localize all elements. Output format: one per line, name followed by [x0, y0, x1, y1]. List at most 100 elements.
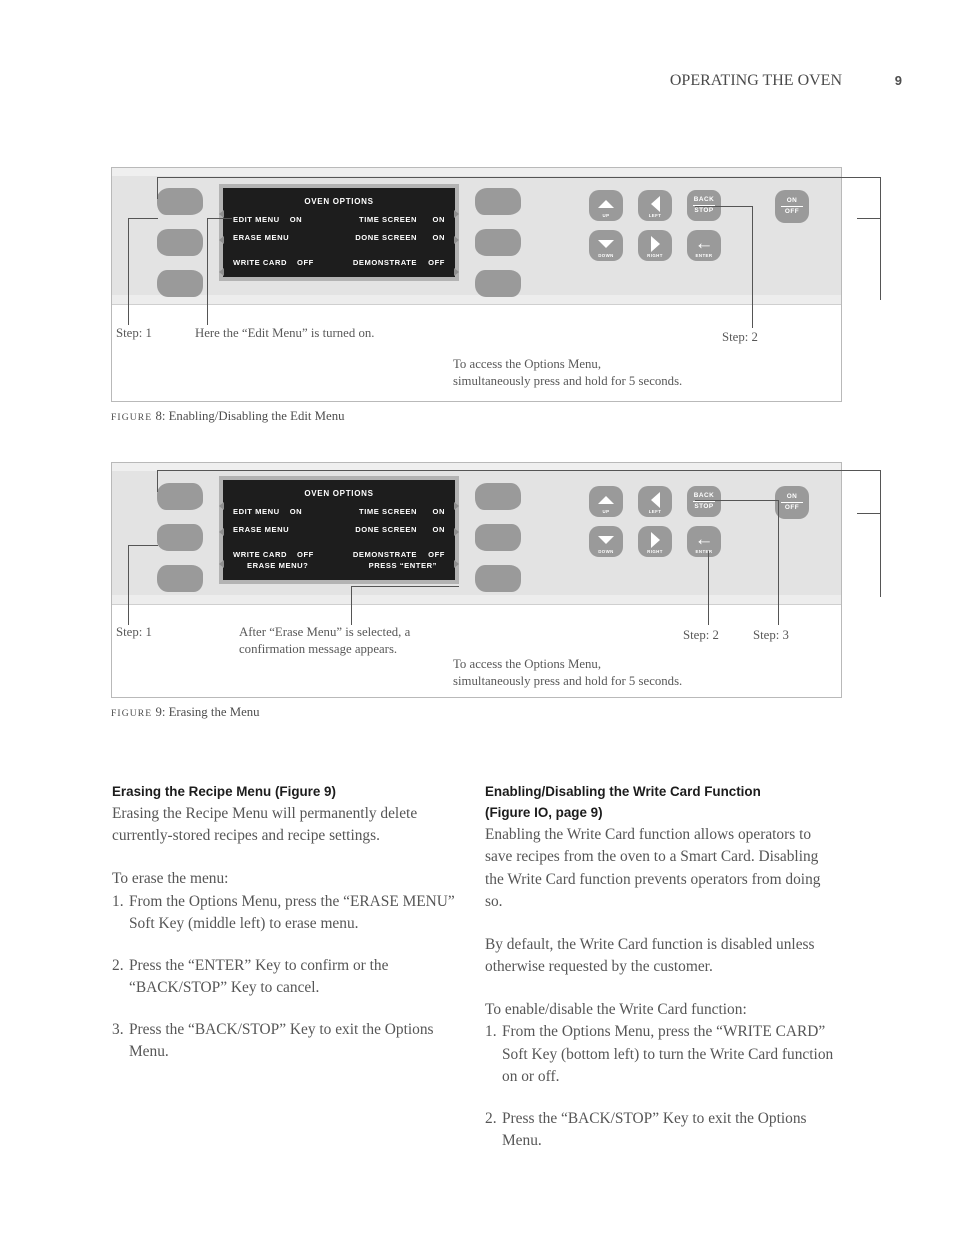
lcd-notch-left-2-b	[219, 528, 224, 536]
left-step-3-number: 3.	[112, 1021, 124, 1039]
lcd-label-write-card-2: WRITE CARD	[233, 550, 288, 559]
lcd-notch-left-1-b	[219, 502, 224, 510]
lcd-value-demonstrate: OFF	[428, 258, 445, 267]
stop-key-label-2: STOP	[694, 503, 714, 510]
down-key-2[interactable]: DOWN	[589, 526, 623, 557]
up-arrow-icon	[598, 200, 614, 208]
leader-line-step3-v-2	[778, 500, 779, 625]
on-off-divider-2	[781, 502, 803, 503]
figure-8-step1-label: Step: 1	[116, 326, 152, 340]
lcd-label-edit-menu: EDIT MENU	[233, 215, 280, 224]
figure-8-frame: OVEN OPTIONS EDIT MENU ON TIME SCREEN ON	[111, 167, 881, 402]
leader-line-right-softkey-h-2	[857, 513, 881, 514]
left-arrow-icon-2	[650, 492, 660, 508]
right-step-1-text: From the Options Menu, press the “WRITE …	[502, 1023, 834, 1085]
on-off-key[interactable]: ON OFF	[775, 190, 809, 223]
lcd-screen-2: OVEN OPTIONS EDIT MENU ON TIME SCREEN ON	[219, 480, 459, 580]
soft-key-top-left[interactable]	[157, 188, 203, 215]
figure-8-step1-note: Here the “Edit Menu” is turned on.	[195, 326, 375, 340]
left-section-heading: Erasing the Recipe Menu (Figure 9)	[112, 784, 336, 799]
lcd-label-done-screen-2: DONE SCREEN	[355, 525, 417, 534]
on-off-key-2[interactable]: ON OFF	[775, 486, 809, 519]
lcd-label-demonstrate: DEMONSTRATE	[352, 258, 417, 267]
lcd-value-time-screen: ON	[432, 215, 445, 224]
right-arrow-icon-2	[650, 532, 660, 548]
right-key-2[interactable]: RIGHT	[638, 526, 672, 557]
soft-key-bottom-left[interactable]	[157, 270, 203, 297]
left-step-2: 2. Press the “ENTER” Key to confirm or t…	[112, 955, 457, 999]
lcd-confirm-action: PRESS “ENTER”	[368, 561, 437, 570]
body-column-left: Erasing the Recipe Menu (Figure 9) Erasi…	[112, 782, 457, 1084]
figure-9: OVEN OPTIONS EDIT MENU ON TIME SCREEN ON	[111, 462, 881, 720]
figure-8-access-note: To access the Options Menu, simultaneous…	[453, 357, 683, 388]
running-head-title: OPERATING THE OVEN	[669, 72, 842, 89]
right-step-2: 2. Press the “BACK/STOP” Key to exit the…	[485, 1108, 840, 1152]
down-arrow-icon-2	[598, 536, 614, 544]
figure-9-access-note: To access the Options Menu, simultaneous…	[453, 657, 683, 688]
leader-line-editmenu-v	[207, 218, 208, 325]
soft-key-top-right[interactable]	[475, 188, 521, 215]
lcd-title-2: OVEN OPTIONS	[304, 489, 374, 498]
figure-8-caption-area: Step: 1 Here the “Edit Menu” is turned o…	[112, 305, 841, 401]
back-stop-divider-2	[693, 501, 715, 502]
enter-key[interactable]: ← ENTER	[687, 230, 721, 261]
lcd-row-write-card-2: WRITE CARD OFF DEMONSTRATE OFF	[233, 550, 445, 559]
enter-arrow-icon-2: ←	[694, 528, 714, 550]
lcd-row-edit-menu-2: EDIT MENU ON TIME SCREEN ON	[233, 507, 445, 516]
leader-line-step3-h-2	[695, 500, 779, 501]
left-intro-paragraph: Erasing the Recipe Menu will permanently…	[112, 805, 418, 845]
soft-key-middle-right-2[interactable]	[475, 524, 521, 551]
leader-line-left-softkey-v-2	[157, 470, 158, 492]
on-off-group: ON OFF	[775, 190, 809, 223]
soft-key-bottom-right[interactable]	[475, 270, 521, 297]
soft-key-top-right-2[interactable]	[475, 483, 521, 510]
lcd-value-edit-menu: ON	[289, 215, 303, 224]
page-number: 9	[894, 73, 902, 88]
right-key-label-2: RIGHT	[647, 549, 663, 554]
lcd-row-edit-menu: EDIT MENU ON TIME SCREEN ON	[233, 215, 445, 224]
leader-line-step1-v-2	[128, 545, 129, 625]
down-key[interactable]: DOWN	[589, 230, 623, 261]
lcd-title: OVEN OPTIONS	[304, 197, 374, 206]
figure-9-label-word: FIGURE	[111, 708, 153, 719]
soft-key-bottom-right-2[interactable]	[475, 565, 521, 592]
right-step-1: 1. From the Options Menu, press the “WRI…	[485, 1021, 840, 1088]
figure-9-frame: OVEN OPTIONS EDIT MENU ON TIME SCREEN ON	[111, 462, 881, 698]
lcd-label-time-screen: TIME SCREEN	[359, 215, 417, 224]
soft-key-middle-left-2[interactable]	[157, 524, 203, 551]
right-key-label: RIGHT	[647, 253, 663, 258]
leader-line-top-h	[157, 177, 881, 178]
lcd-label-done-screen: DONE SCREEN	[355, 233, 417, 242]
leader-line-step2-v	[752, 206, 753, 328]
lcd-value-demonstrate-2: OFF	[428, 550, 445, 559]
right-key[interactable]: RIGHT	[638, 230, 672, 261]
left-step-3-text: Press the “BACK/STOP” Key to exit the Op…	[129, 1021, 434, 1061]
back-stop-key-2[interactable]: BACK STOP	[687, 486, 721, 517]
soft-key-bottom-left-2[interactable]	[157, 565, 203, 592]
lcd-row-erase-menu: ERASE MENU DONE SCREEN ON	[233, 233, 445, 242]
leader-line-top-h-2	[157, 470, 881, 471]
body-column-right: Enabling/Disabling the Write Card Functi…	[485, 782, 840, 1172]
back-key-label-2: BACK	[693, 492, 715, 499]
soft-key-top-left-2[interactable]	[157, 483, 203, 510]
up-key[interactable]: UP	[589, 190, 623, 221]
leader-line-step1-h-2	[128, 545, 158, 546]
soft-key-middle-left[interactable]	[157, 229, 203, 256]
left-key-2[interactable]: LEFT	[638, 486, 672, 517]
stop-key-label: STOP	[694, 207, 714, 214]
leader-line-left-softkey-v	[157, 177, 158, 199]
lcd-confirmation-row: ERASE MENU? PRESS “ENTER”	[233, 561, 445, 570]
up-key-2[interactable]: UP	[589, 486, 623, 517]
lcd-value-done-screen: ON	[432, 233, 445, 242]
soft-key-middle-right[interactable]	[475, 229, 521, 256]
lcd-notch-left-1	[219, 210, 224, 218]
on-key-label-2: ON	[786, 493, 798, 500]
right-note-paragraph: By default, the Write Card function is d…	[485, 935, 815, 976]
enter-key-2[interactable]: ← ENTER	[687, 526, 721, 557]
left-key-label-2: LEFT	[648, 509, 662, 514]
lcd-notch-right-1	[454, 210, 459, 218]
lcd-label-edit-menu-2: EDIT MENU	[233, 507, 280, 516]
lcd-label-write-card: WRITE CARD	[233, 258, 288, 267]
left-key[interactable]: LEFT	[638, 190, 672, 221]
lcd-bezel: OVEN OPTIONS EDIT MENU ON TIME SCREEN ON	[219, 184, 459, 281]
